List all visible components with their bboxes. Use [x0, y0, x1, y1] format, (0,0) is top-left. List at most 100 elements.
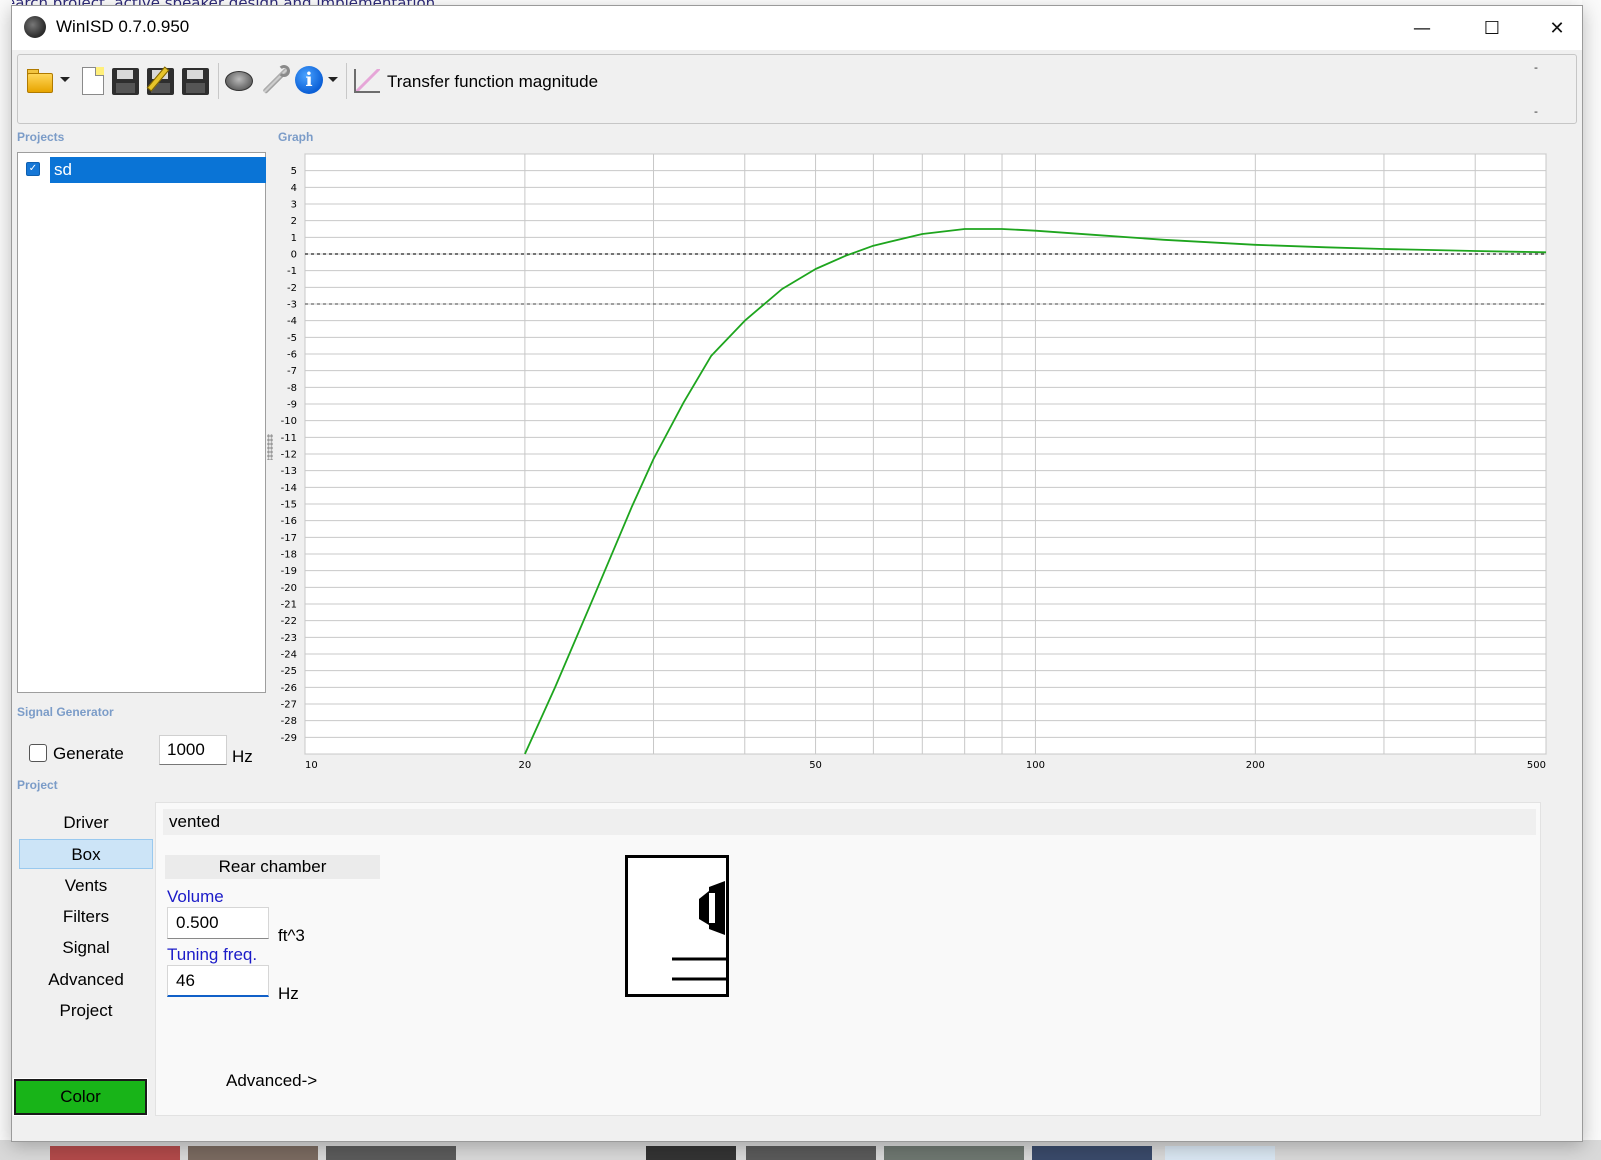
- y-tick-label: -27: [281, 700, 297, 711]
- y-tick-label: 3: [291, 200, 297, 211]
- y-tick-label: -20: [281, 583, 297, 594]
- nav-item-project[interactable]: Project: [19, 996, 153, 1026]
- y-tick-label: -12: [281, 450, 297, 461]
- graph-section-label: Graph: [278, 130, 314, 144]
- y-tick-label: 1: [291, 233, 297, 244]
- info-icon[interactable]: i: [294, 65, 324, 95]
- toolbar-overflow-bottom[interactable]: -: [1534, 105, 1538, 118]
- x-tick-label: 200: [1246, 760, 1265, 771]
- save-icon[interactable]: [110, 65, 140, 95]
- tuning-freq-label: Tuning freq.: [167, 945, 258, 964]
- projects-list[interactable]: ✓ sd: [17, 152, 266, 693]
- app-speaker-icon: [24, 16, 46, 38]
- volume-unit: ft^3: [278, 926, 305, 945]
- winisd-window: WinISD 0.7.0.950 — ☐ ✕ i Transfer functi…: [11, 5, 1583, 1142]
- y-tick-label: -8: [287, 383, 297, 394]
- y-tick-label: -19: [281, 566, 297, 577]
- background-right-strip: [1582, 0, 1601, 1160]
- y-tick-label: -21: [281, 600, 297, 611]
- y-tick-label: -4: [287, 316, 297, 327]
- y-tick-label: -17: [281, 533, 297, 544]
- y-tick-label: -6: [287, 350, 297, 361]
- project-nav: Driver Box Vents Filters Signal Advanced Proje…: [17, 802, 154, 1117]
- y-tick-label: -15: [281, 500, 297, 511]
- y-tick-label: 4: [291, 183, 297, 194]
- y-tick-label: -5: [287, 333, 297, 344]
- y-tick-label: -10: [281, 416, 297, 427]
- tuning-freq-input[interactable]: [167, 965, 269, 997]
- tools-wrench-icon[interactable]: [260, 65, 290, 95]
- close-button[interactable]: ✕: [1522, 6, 1592, 50]
- new-project-icon[interactable]: [78, 65, 108, 95]
- y-tick-label: -1: [287, 266, 297, 277]
- toolbar-overflow-top[interactable]: -: [1534, 61, 1538, 74]
- open-folder-icon[interactable]: [26, 65, 56, 95]
- project-visible-checkbox[interactable]: ✓: [26, 162, 40, 176]
- y-tick-label: -13: [281, 466, 297, 477]
- vented-box-diagram-icon: [625, 855, 729, 997]
- driver-speaker-icon[interactable]: [224, 65, 254, 95]
- save-as-icon[interactable]: [145, 65, 175, 95]
- generate-checkbox[interactable]: [29, 744, 47, 762]
- signal-generator-section-label: Signal Generator: [17, 705, 114, 719]
- y-tick-label: -28: [281, 716, 297, 727]
- volume-label: Volume: [167, 887, 224, 906]
- open-dropdown-chevron-icon[interactable]: [60, 77, 70, 82]
- box-type-selector[interactable]: vented: [163, 809, 1536, 835]
- toolbar-separator: [218, 63, 219, 99]
- window-title: WinISD 0.7.0.950: [56, 17, 190, 36]
- x-tick-label: 50: [809, 760, 822, 771]
- nav-item-advanced[interactable]: Advanced: [19, 965, 153, 995]
- nav-item-filters[interactable]: Filters: [19, 902, 153, 932]
- y-tick-label: 2: [291, 216, 297, 227]
- y-tick-label: -22: [281, 616, 297, 627]
- nav-item-driver[interactable]: Driver: [19, 808, 153, 838]
- maximize-button[interactable]: ☐: [1457, 6, 1527, 50]
- box-panel: vented Rear chamber Volume ft^3 Tuning f…: [155, 802, 1541, 1116]
- generator-frequency-input[interactable]: [159, 735, 227, 765]
- y-tick-label: -11: [281, 433, 297, 444]
- nav-item-vents[interactable]: Vents: [19, 871, 153, 901]
- y-tick-label: -26: [281, 683, 297, 694]
- title-bar[interactable]: WinISD 0.7.0.950 — ☐ ✕: [12, 6, 1582, 50]
- advanced-link[interactable]: Advanced->: [226, 1071, 317, 1091]
- y-tick-label: -7: [287, 366, 297, 377]
- transfer-function-graph[interactable]: 5 4 3 2 1 0 -1 -2 -3 -4 -5 -6 -7 -8 -9 -10 -11 -12 -13 -14-…: [272, 152, 1550, 780]
- nav-item-signal[interactable]: Signal: [19, 933, 153, 963]
- volume-input[interactable]: [167, 907, 269, 939]
- tuning-freq-unit: Hz: [278, 984, 299, 1003]
- graph-type-selector[interactable]: Transfer function magnitude: [387, 72, 598, 92]
- generator-frequency-unit: Hz: [232, 747, 253, 766]
- x-tick-label: 10: [305, 760, 318, 771]
- y-tick-label: -14: [281, 483, 297, 494]
- toolbar-separator: [346, 63, 347, 99]
- generate-label: Generate: [53, 744, 124, 763]
- nav-item-box[interactable]: Box: [19, 839, 153, 870]
- x-tick-label: 100: [1026, 760, 1045, 771]
- projects-section-label: Projects: [17, 130, 65, 144]
- save-all-icon[interactable]: [180, 65, 210, 95]
- y-tick-label: 5: [291, 166, 297, 177]
- y-tick-label: -16: [281, 516, 297, 527]
- series-color-button[interactable]: Color: [13, 1078, 148, 1116]
- rear-chamber-header: Rear chamber: [165, 855, 380, 879]
- y-tick-label: 0: [291, 250, 297, 261]
- background-taskbar-strip: [0, 1140, 1601, 1160]
- y-tick-label: -9: [287, 400, 297, 411]
- toolbar: i Transfer function magnitude - -: [17, 54, 1577, 124]
- y-tick-label: -24: [281, 650, 297, 661]
- x-tick-label: 20: [519, 760, 532, 771]
- y-tick-label: -2: [287, 283, 297, 294]
- project-name[interactable]: sd: [50, 157, 266, 183]
- y-tick-label: -29: [281, 733, 297, 744]
- y-tick-label: -18: [281, 550, 297, 561]
- graph-svg: 543210-1-2-3-4-5-6-7-8-9-10-11-12-13-14-…: [281, 153, 1547, 771]
- y-tick-label: -25: [281, 666, 297, 677]
- project-section-label: Project: [17, 778, 58, 792]
- chart-icon[interactable]: [354, 67, 380, 93]
- list-item[interactable]: ✓ sd: [22, 157, 266, 183]
- y-tick-label: -3: [287, 300, 297, 311]
- info-dropdown-chevron-icon[interactable]: [328, 77, 338, 82]
- minimize-button[interactable]: —: [1387, 6, 1457, 50]
- x-tick-label: 500: [1527, 760, 1546, 771]
